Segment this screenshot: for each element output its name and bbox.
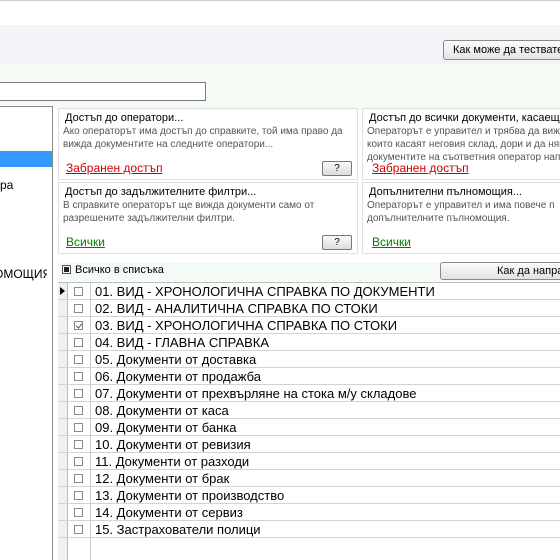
row-checkbox[interactable]: [74, 321, 83, 330]
row-checkbox[interactable]: [74, 389, 83, 398]
table-row[interactable]: 03. ВИД - ХРОНОЛОГИЧНА СПРАВКА ПО СТОКИ: [58, 317, 560, 334]
operators-access-link[interactable]: Забранен достъп: [66, 161, 163, 175]
row-label: 09. Документи от банка: [95, 420, 237, 435]
operators-access-desc: Ако операторът има достъп до справките, …: [63, 126, 343, 150]
left-list: ра ОМОЩИЯ: [0, 106, 53, 560]
row-checkbox[interactable]: [74, 372, 83, 381]
filters-access-title: Достъп до задължителните филтри...: [65, 186, 257, 198]
left-list-item[interactable]: ра: [0, 178, 52, 194]
row-checkbox[interactable]: [74, 406, 83, 415]
row-checkbox[interactable]: [74, 491, 83, 500]
table-row[interactable]: 05. Документи от доставка: [58, 351, 560, 368]
table-row[interactable]: 04. ВИД - ГЛАВНА СПРАВКА: [58, 334, 560, 351]
row-checkbox[interactable]: [74, 508, 83, 517]
row-label: 13. Документи от производство: [95, 488, 285, 503]
all-documents-access-title: Достъп до всички документи, касаещ: [369, 112, 560, 124]
row-checkbox[interactable]: [74, 474, 83, 483]
extra-powers-desc: Операторът е управител и има повече п до…: [367, 200, 555, 224]
row-checkbox[interactable]: [74, 525, 83, 534]
table-row[interactable]: 12. Документи от брак: [58, 470, 560, 487]
table-row[interactable]: 13. Документи от производство: [58, 487, 560, 504]
filters-access-desc: В справките операторът ще вижда документ…: [63, 200, 315, 224]
row-checkbox[interactable]: [74, 338, 83, 347]
extra-powers-panel: Допълнителни пълномощия... Операторът е …: [362, 182, 560, 254]
table-row[interactable]: 06. Документи от продажба: [58, 368, 560, 385]
left-list-item-powers[interactable]: ОМОЩИЯ: [0, 267, 47, 283]
how-to-set-button[interactable]: Как да напра: [440, 262, 560, 280]
table-row[interactable]: 11. Документи от разходи: [58, 453, 560, 470]
table-row[interactable]: 09. Документи от банка: [58, 419, 560, 436]
row-checkbox[interactable]: [74, 457, 83, 466]
row-checkbox[interactable]: [74, 355, 83, 364]
how-to-test-button[interactable]: Как може да тествате: [443, 40, 560, 60]
operators-access-title: Достъп до оператори...: [65, 112, 184, 124]
row-label: 06. Документи от продажба: [95, 369, 261, 384]
row-checkbox[interactable]: [74, 304, 83, 313]
extra-powers-title: Допълнителни пълномощия...: [369, 186, 522, 198]
row-label: 11. Документи от разходи: [95, 454, 250, 469]
table-row[interactable]: 08. Документи от каса: [58, 402, 560, 419]
filters-access-link[interactable]: Всички: [66, 235, 105, 249]
operators-access-panel: Достъп до оператори... Ако операторът им…: [58, 108, 358, 180]
all-documents-access-desc: Операторът е управител и трябва да вижд …: [367, 126, 560, 163]
current-row-arrow-icon: [60, 287, 65, 295]
row-label: 04. ВИД - ГЛАВНА СПРАВКА: [95, 335, 270, 350]
row-checkbox[interactable]: [74, 423, 83, 432]
extra-powers-link[interactable]: Всички: [372, 235, 411, 249]
table-row[interactable]: 01. ВИД - ХРОНОЛОГИЧНА СПРАВКА ПО ДОКУМЕ…: [58, 283, 560, 300]
table-row[interactable]: 14. Документи от сервиз: [58, 504, 560, 521]
table-row[interactable]: 07. Документи от прехвърляне на стока м/…: [58, 385, 560, 402]
left-list-item-selected[interactable]: [0, 151, 52, 167]
select-all-checkbox[interactable]: [62, 265, 71, 274]
all-documents-access-link[interactable]: Забранен достъп: [372, 161, 469, 175]
row-label: 05. Документи от доставка: [95, 352, 257, 367]
row-label: 01. ВИД - ХРОНОЛОГИЧНА СПРАВКА ПО ДОКУМЕ…: [95, 284, 435, 299]
filters-access-panel: Достъп до задължителните филтри... В спр…: [58, 182, 358, 254]
row-label: 12. Документи от брак: [95, 471, 230, 486]
table-row[interactable]: 02. ВИД - АНАЛИТИЧНА СПРАВКА ПО СТОКИ: [58, 300, 560, 317]
row-label: 02. ВИД - АНАЛИТИЧНА СПРАВКА ПО СТОКИ: [95, 301, 378, 316]
row-checkbox[interactable]: [74, 287, 83, 296]
select-all-label: Всичко в списъка: [75, 264, 164, 276]
row-label: 08. Документи от каса: [95, 403, 229, 418]
row-label: 15. Застрахователи полици: [95, 522, 261, 537]
name-input[interactable]: [0, 82, 206, 101]
table-row[interactable]: 15. Застрахователи полици: [58, 521, 560, 538]
row-label: 14. Документи от сервиз: [95, 505, 243, 520]
row-label: 03. ВИД - ХРОНОЛОГИЧНА СПРАВКА ПО СТОКИ: [95, 318, 398, 333]
row-checkbox[interactable]: [74, 440, 83, 449]
all-documents-access-panel: Достъп до всички документи, касаещ Опера…: [362, 108, 560, 180]
filters-help-button[interactable]: ?: [322, 235, 352, 250]
reports-grid: 01. ВИД - ХРОНОЛОГИЧНА СПРАВКА ПО ДОКУМЕ…: [58, 282, 560, 560]
row-label: 07. Документи от прехвърляне на стока м/…: [95, 386, 417, 401]
operators-help-button[interactable]: ?: [322, 161, 352, 176]
row-label: 10. Документи от ревизия: [95, 437, 251, 452]
table-row[interactable]: 10. Документи от ревизия: [58, 436, 560, 453]
